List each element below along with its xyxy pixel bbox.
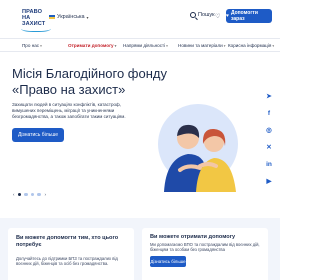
hero-illustration [158, 104, 238, 192]
telegram-icon[interactable]: ➤ [265, 92, 273, 100]
carousel-next-icon[interactable]: › [45, 192, 47, 197]
help-cards-section: Ви можете допомогти тим, хто цього потре… [0, 218, 280, 280]
help-now-label: Допомогти зараз [230, 10, 258, 22]
nav-item-about[interactable]: Про нас▾ [22, 43, 42, 48]
carousel-dot[interactable] [30, 192, 34, 197]
chevron-down-icon: ▾ [86, 14, 89, 20]
card-text: Долучайтесь до підтримки БПЗ та постражд… [16, 256, 118, 267]
nav-item-label: Напрями діяльності [123, 42, 166, 48]
chevron-down-icon: ▾ [40, 43, 42, 48]
heart-icon: ♥ [226, 13, 229, 19]
carousel-pagination: ‹ › [12, 192, 46, 197]
card-title: Ви можете отримати допомогу [150, 234, 236, 240]
carousel-dot[interactable] [24, 192, 28, 197]
carousel-dot[interactable] [37, 192, 41, 197]
logo-line-1: ПРАВО НА [22, 9, 43, 21]
card-title: Ви можете допомогти тим, хто цього потре… [16, 235, 119, 248]
nav-item-activities[interactable]: Напрями діяльності▾ [123, 43, 168, 48]
help-others-card: Ви можете допомогти тим, хто цього потре… [8, 228, 134, 280]
main-nav: Про нас▾ Отримати допомогу▾ Напрями діял… [0, 38, 280, 52]
nav-item-label: Про нас [22, 42, 40, 48]
learn-more-button[interactable]: Дізнатись більше [150, 256, 186, 267]
chevron-down-icon: ▾ [114, 43, 117, 48]
search-button[interactable]: Пошук [190, 12, 215, 18]
nav-item-label: Корисна інформація [228, 42, 272, 48]
nav-item-label: Отримати допомогу [68, 42, 114, 48]
hero-description: Захищати людей в ситуаціях конфліктів, к… [12, 102, 126, 119]
language-label: Українська [57, 14, 85, 20]
site-header: ПРАВО НА ЗАХИСТ Українська ▾ Пошук ♡ ♥ Д… [0, 0, 280, 38]
logo[interactable]: ПРАВО НА ЗАХИСТ [10, 5, 51, 32]
chevron-down-icon: ▾ [272, 43, 275, 48]
heart-icon[interactable]: ♡ [215, 13, 220, 20]
nav-item-label: Новини та матеріали [178, 42, 223, 48]
nav-item-get-help[interactable]: Отримати допомогу▾ [68, 43, 116, 48]
language-selector[interactable]: Українська ▾ [49, 12, 89, 22]
twitter-icon[interactable]: ✕ [265, 143, 273, 151]
nav-item-news[interactable]: Новини та матеріали▾ [178, 43, 226, 48]
get-help-card: Ви можете отримати допомогу Ми допомагає… [142, 228, 268, 280]
search-label: Пошук [198, 12, 215, 18]
youtube-icon[interactable]: ▶ [265, 177, 273, 185]
social-links: ➤ f ◎ ✕ in ▶ [263, 92, 275, 185]
facebook-icon[interactable]: f [265, 109, 273, 117]
learn-more-button[interactable]: Дізнатись більше [12, 128, 64, 142]
chevron-down-icon: ▾ [223, 43, 226, 48]
linkedin-icon[interactable]: in [265, 160, 273, 168]
carousel-prev-icon[interactable]: ‹ [13, 192, 15, 197]
help-now-button[interactable]: ♥ Допомогти зараз [226, 9, 272, 23]
carousel-dot[interactable] [17, 192, 21, 197]
logo-swoosh [21, 24, 51, 32]
ukraine-flag-icon [49, 15, 55, 19]
nav-item-useful-info[interactable]: Корисна інформація▾ [228, 43, 274, 48]
search-icon [190, 12, 196, 18]
instagram-icon[interactable]: ◎ [265, 126, 273, 134]
card-text: Ми допомагаємо ВПО та постраждалим від в… [150, 242, 260, 253]
hand-on-shoulder [198, 162, 218, 168]
chevron-down-icon: ▾ [166, 43, 168, 48]
